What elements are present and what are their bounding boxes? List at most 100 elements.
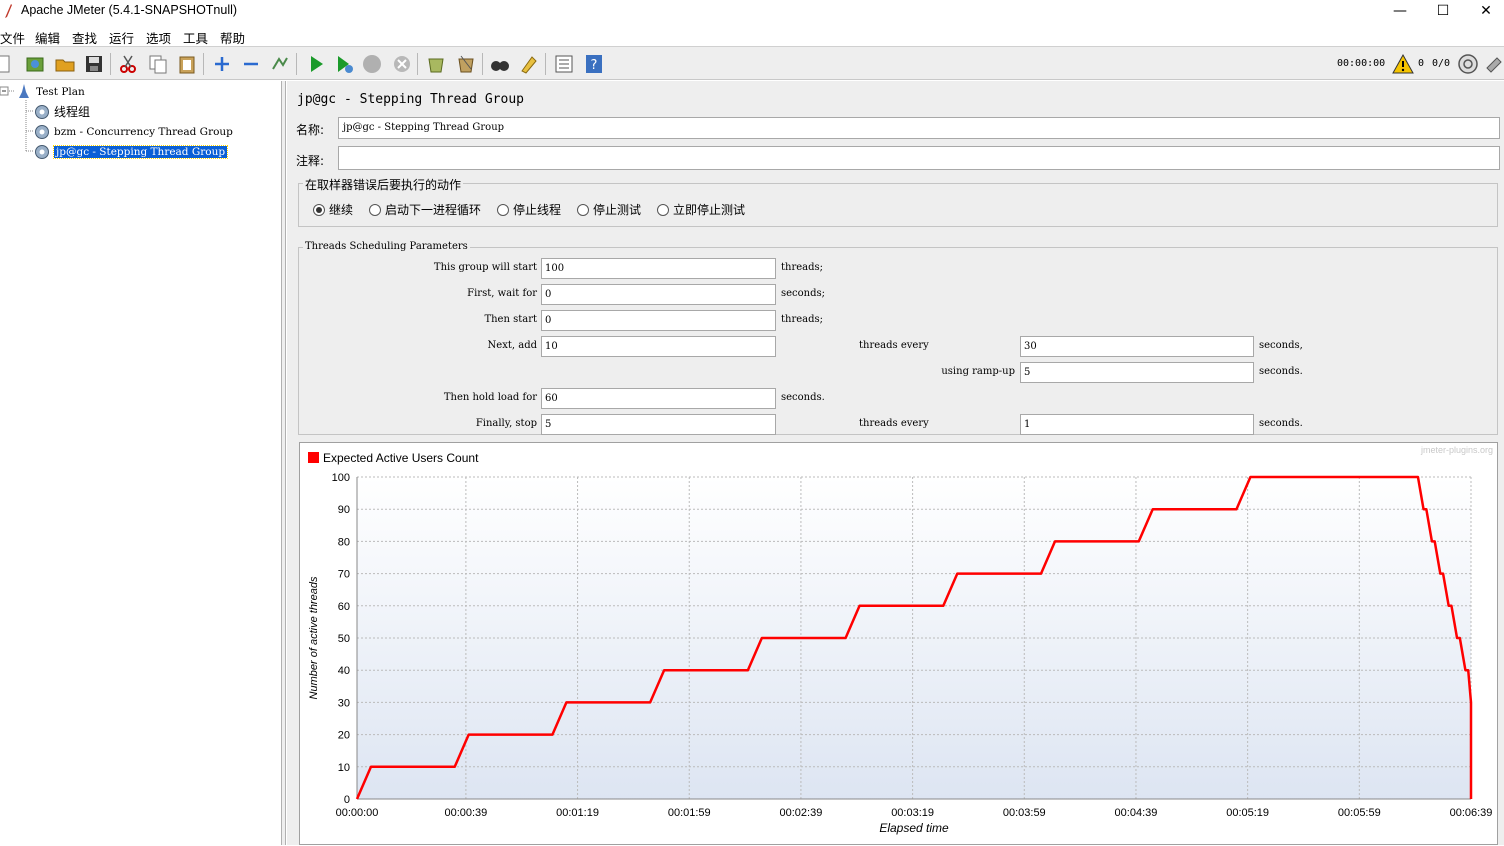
toggle-icon[interactable] <box>269 53 291 75</box>
threads-every-label: threads every <box>859 340 929 351</box>
stop-threads-every-label: threads every <box>859 418 929 429</box>
radio-stop-test-now[interactable]: 立即停止测试 <box>657 203 745 217</box>
radio-continue[interactable]: 继续 <box>313 203 353 217</box>
tree-item-thread-group[interactable]: 线程组 <box>34 103 90 121</box>
reset-search-icon[interactable] <box>518 53 540 75</box>
remote-status-icon[interactable] <box>1457 53 1479 75</box>
finally-stop-field[interactable]: 5 <box>541 414 776 435</box>
tree-item-test-plan[interactable]: Test Plan <box>16 83 85 101</box>
stop-interval-unit: seconds. <box>1259 418 1303 429</box>
toolbar: ? 00:00:00 0 0/0 <box>0 46 1504 80</box>
y-axis-title: Number of active threads <box>308 576 320 699</box>
log-viewer-icon[interactable] <box>1484 53 1504 75</box>
menu-run[interactable]: 运行 <box>109 28 134 47</box>
initial-delay-unit: seconds; <box>781 288 826 299</box>
step-interval-unit: seconds, <box>1259 340 1303 351</box>
expand-icon[interactable] <box>211 53 233 75</box>
radio-stop-thread-indicator <box>497 204 509 216</box>
comment-field[interactable] <box>338 146 1500 170</box>
radio-stop-test-indicator <box>577 204 589 216</box>
name-field[interactable]: jp@gc - Stepping Thread Group <box>338 117 1500 139</box>
menu-help[interactable]: 帮助 <box>220 28 245 47</box>
toolbar-separator <box>296 53 297 75</box>
clear-icon[interactable] <box>425 53 447 75</box>
jmeter-feather-icon <box>5 4 12 18</box>
ramp-up-unit: seconds. <box>1259 366 1303 377</box>
collapse-icon[interactable] <box>240 53 262 75</box>
x-tick-label: 00:00:39 <box>444 807 487 819</box>
toolbar-separator <box>203 53 204 75</box>
start-no-pauses-icon[interactable] <box>333 53 355 75</box>
x-tick-label: 00:06:39 <box>1450 807 1493 819</box>
help-icon[interactable]: ? <box>583 53 605 75</box>
save-icon[interactable] <box>83 53 105 75</box>
start-icon[interactable] <box>305 53 327 75</box>
radio-continue-indicator <box>313 204 325 216</box>
x-tick-label: 00:04:39 <box>1115 807 1158 819</box>
toolbar-separator <box>545 53 546 75</box>
menu-tools[interactable]: 工具 <box>183 28 208 47</box>
legend-swatch <box>308 452 319 463</box>
copy-icon[interactable] <box>147 53 169 75</box>
stop-interval-field[interactable]: 1 <box>1020 414 1254 435</box>
radio-start-next-loop-indicator <box>369 204 381 216</box>
tree-item-concurrency-thread-group[interactable]: bzm - Concurrency Thread Group <box>34 123 233 141</box>
start-threads-label: This group will start <box>433 262 537 273</box>
hold-load-field[interactable]: 60 <box>541 388 776 409</box>
then-start-field[interactable]: 0 <box>541 310 776 331</box>
cut-icon[interactable] <box>117 53 139 75</box>
title-bar: Apache JMeter (5.4.1-SNAPSHOTnull) — ☐ ✕ <box>0 0 1504 24</box>
templates-icon[interactable] <box>24 53 46 75</box>
y-tick-label: 60 <box>338 601 350 613</box>
search-icon[interactable] <box>489 53 511 75</box>
x-tick-label: 00:01:19 <box>556 807 599 819</box>
stop-icon[interactable] <box>361 53 383 75</box>
maximize-button[interactable]: ☐ <box>1423 0 1463 22</box>
pane-splitter[interactable] <box>282 81 286 845</box>
x-tick-label: 00:03:19 <box>891 807 934 819</box>
window-title: Apache JMeter (5.4.1-SNAPSHOTnull) <box>21 3 238 17</box>
menu-file[interactable]: 文件 <box>0 28 25 47</box>
test-plan-tree: Test Plan 线程组 bzm - Concurrency Thread G… <box>0 81 282 845</box>
menu-search[interactable]: 查找 <box>72 28 97 47</box>
comment-label: 注释: <box>296 154 325 168</box>
elapsed-time: 00:00:00 <box>1337 58 1386 69</box>
start-threads-field[interactable]: 100 <box>541 258 776 279</box>
radio-stop-thread[interactable]: 停止线程 <box>497 203 561 217</box>
clear-all-icon[interactable] <box>455 53 477 75</box>
warning-icon[interactable] <box>1392 53 1414 75</box>
thread-count: 0/0 <box>1432 58 1451 69</box>
menu-options[interactable]: 选项 <box>146 28 171 47</box>
paste-icon[interactable] <box>176 53 198 75</box>
x-tick-label: 00:05:19 <box>1226 807 1269 819</box>
initial-delay-field[interactable]: 0 <box>541 284 776 305</box>
y-tick-label: 40 <box>338 665 350 677</box>
next-add-field[interactable]: 10 <box>541 336 776 357</box>
new-icon[interactable] <box>0 53 14 75</box>
chart-canvas: 0 10 20 30 40 50 60 70 80 90 100 00:00:00 00:00:39 00… <box>308 445 1493 835</box>
function-helper-icon[interactable] <box>553 53 575 75</box>
toolbar-separator <box>482 53 483 75</box>
y-tick-label: 100 <box>332 472 350 484</box>
menu-bar: 文件 编辑 查找 运行 选项 工具 帮助 <box>0 24 1504 46</box>
tree-item-stepping-thread-group[interactable]: jp@gc - Stepping Thread Group <box>34 143 229 161</box>
radio-stop-test[interactable]: 停止测试 <box>577 203 641 217</box>
step-interval-field[interactable]: 30 <box>1020 336 1254 357</box>
radio-start-next-loop[interactable]: 启动下一进程循环 <box>369 203 481 217</box>
menu-edit[interactable]: 编辑 <box>35 28 60 47</box>
initial-delay-label: First, wait for <box>467 288 537 299</box>
legend-label: Expected Active Users Count <box>323 451 479 465</box>
close-button[interactable]: ✕ <box>1466 0 1504 22</box>
ramp-up-field[interactable]: 5 <box>1020 362 1254 383</box>
then-start-unit: threads; <box>781 314 824 325</box>
shutdown-icon[interactable] <box>391 53 413 75</box>
y-tick-label: 90 <box>338 504 350 516</box>
next-add-label: Next, add <box>487 340 537 351</box>
y-tick-label: 30 <box>338 697 350 709</box>
finally-stop-label: Finally, stop <box>475 418 537 429</box>
y-tick-label: 0 <box>344 794 350 806</box>
svg-text:?: ? <box>591 58 598 73</box>
x-tick-label: 00:01:59 <box>668 807 711 819</box>
open-icon[interactable] <box>54 53 76 75</box>
minimize-button[interactable]: — <box>1380 0 1420 22</box>
